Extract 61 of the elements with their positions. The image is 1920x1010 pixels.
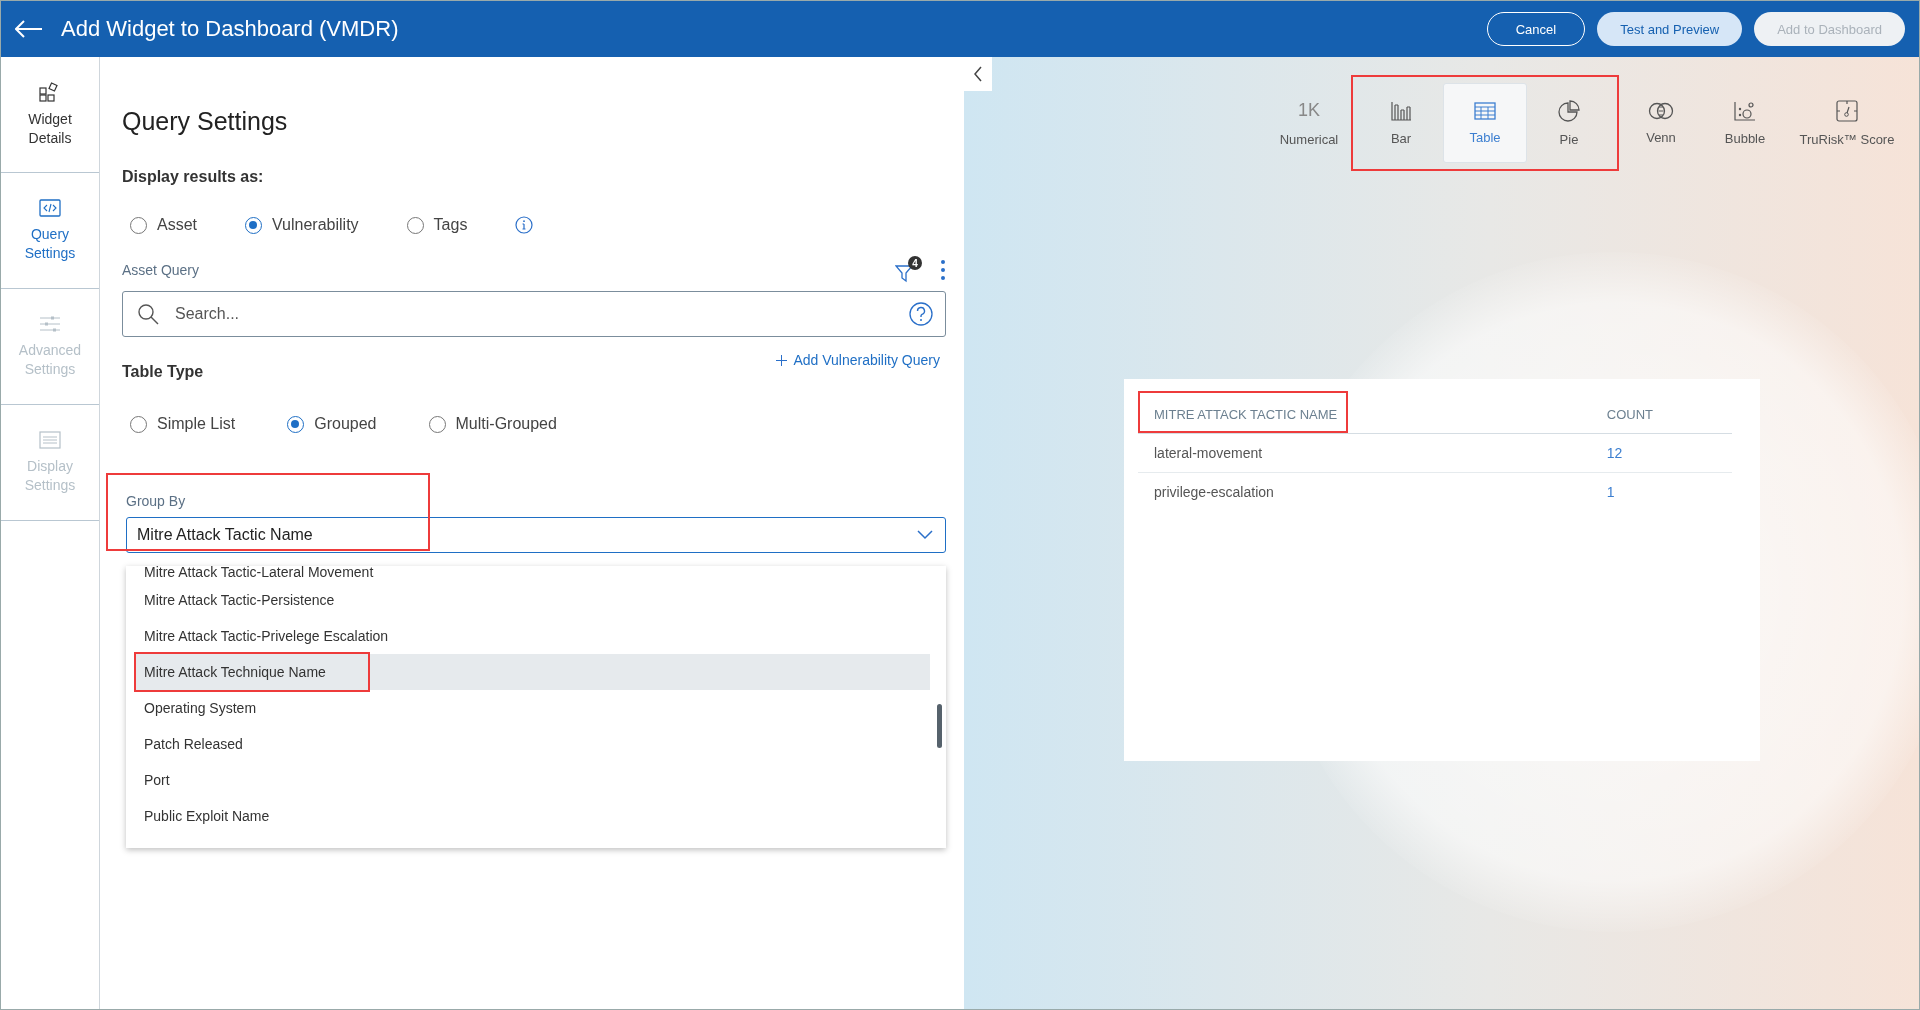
numerical-icon: 1K	[1298, 99, 1320, 122]
column-header: MITRE ATTACK TACTIC NAME	[1138, 389, 1607, 434]
dropdown-option[interactable]: Operating System	[134, 690, 930, 726]
dropdown-option[interactable]: Mitre Attack Technique Name	[134, 654, 930, 690]
section-title: Query Settings	[122, 107, 289, 136]
dropdown-option[interactable]: Mitre Attack Tactic-Lateral Movement	[134, 566, 930, 582]
radio-option[interactable]: Asset	[130, 216, 197, 234]
chart-type-button[interactable]: TruRisk™ Score	[1787, 83, 1907, 163]
dropdown-option[interactable]: Mitre Attack Tactic-Privelege Escalation	[134, 618, 930, 654]
pie-chart-icon	[1558, 99, 1580, 122]
radio-option[interactable]: Vulnerability	[245, 216, 359, 234]
dropdown-option[interactable]: Mitre Attack Tactic-Persistence	[134, 582, 930, 618]
more-options-icon[interactable]	[940, 258, 946, 281]
code-icon	[39, 199, 61, 218]
bar-chart-icon	[1390, 100, 1412, 121]
search-input[interactable]: Search...	[173, 304, 895, 324]
search-icon	[137, 303, 159, 325]
help-icon[interactable]	[909, 302, 933, 326]
add-query-link[interactable]: Add Vulnerability Query	[776, 351, 940, 369]
search-field[interactable]: Search...	[122, 291, 946, 337]
chart-type-button[interactable]: Bubble	[1703, 83, 1787, 163]
gauge-icon	[1836, 99, 1858, 122]
chevron-down-icon	[917, 530, 933, 540]
chart-type-button[interactable]: Venn	[1619, 83, 1703, 163]
back-arrow-icon[interactable]	[15, 20, 43, 38]
field-label: Table Type	[122, 363, 204, 381]
field-label: Group By	[126, 493, 187, 509]
page-title: Add Widget to Dashboard (VMDR)	[61, 16, 399, 42]
header-button[interactable]: Test and Preview	[1597, 12, 1743, 46]
radio-option[interactable]: Multi-Grouped	[428, 415, 557, 433]
radio-option[interactable]: Simple List	[130, 415, 236, 433]
bubble-chart-icon	[1734, 100, 1756, 121]
radio-option[interactable]: Tags	[406, 216, 468, 234]
chart-type-button[interactable]: Bar	[1359, 83, 1443, 163]
table-cell: 1	[1606, 472, 1732, 511]
table-cell: privilege-escalation	[1138, 472, 1607, 511]
field-label: Display results as:	[122, 168, 265, 186]
venn-diagram-icon	[1648, 101, 1674, 120]
plus-icon	[776, 354, 788, 366]
chart-type-button[interactable]: Pie	[1527, 83, 1611, 163]
group-by-dropdown[interactable]: Mitre Attack Tactic Name	[126, 517, 946, 553]
widgets-icon	[39, 82, 61, 103]
table-cell: lateral-movement	[1138, 433, 1607, 473]
scrollbar-thumb[interactable]	[937, 704, 942, 748]
filter-count-badge: 4	[908, 256, 922, 270]
chevron-left-icon	[973, 66, 983, 82]
dropdown-option[interactable]: Public Exploit Name	[134, 798, 930, 834]
table-icon	[1474, 101, 1496, 120]
display-settings-icon	[39, 431, 61, 450]
sliders-icon	[39, 315, 61, 334]
dropdown-option[interactable]: Port	[134, 762, 930, 798]
field-label: Asset Query	[122, 261, 200, 278]
filter-button[interactable]: 4	[895, 256, 922, 283]
info-icon[interactable]	[515, 216, 534, 234]
table-cell: 12	[1606, 433, 1732, 473]
collapse-button[interactable]	[964, 57, 992, 91]
chart-type-button[interactable]: 1K Numerical	[1267, 83, 1351, 163]
column-header: COUNT	[1606, 389, 1732, 434]
radio-option[interactable]: Grouped	[287, 415, 377, 433]
dropdown-option[interactable]: Patch Released	[134, 726, 930, 762]
chart-type-button[interactable]: Table	[1443, 83, 1527, 163]
